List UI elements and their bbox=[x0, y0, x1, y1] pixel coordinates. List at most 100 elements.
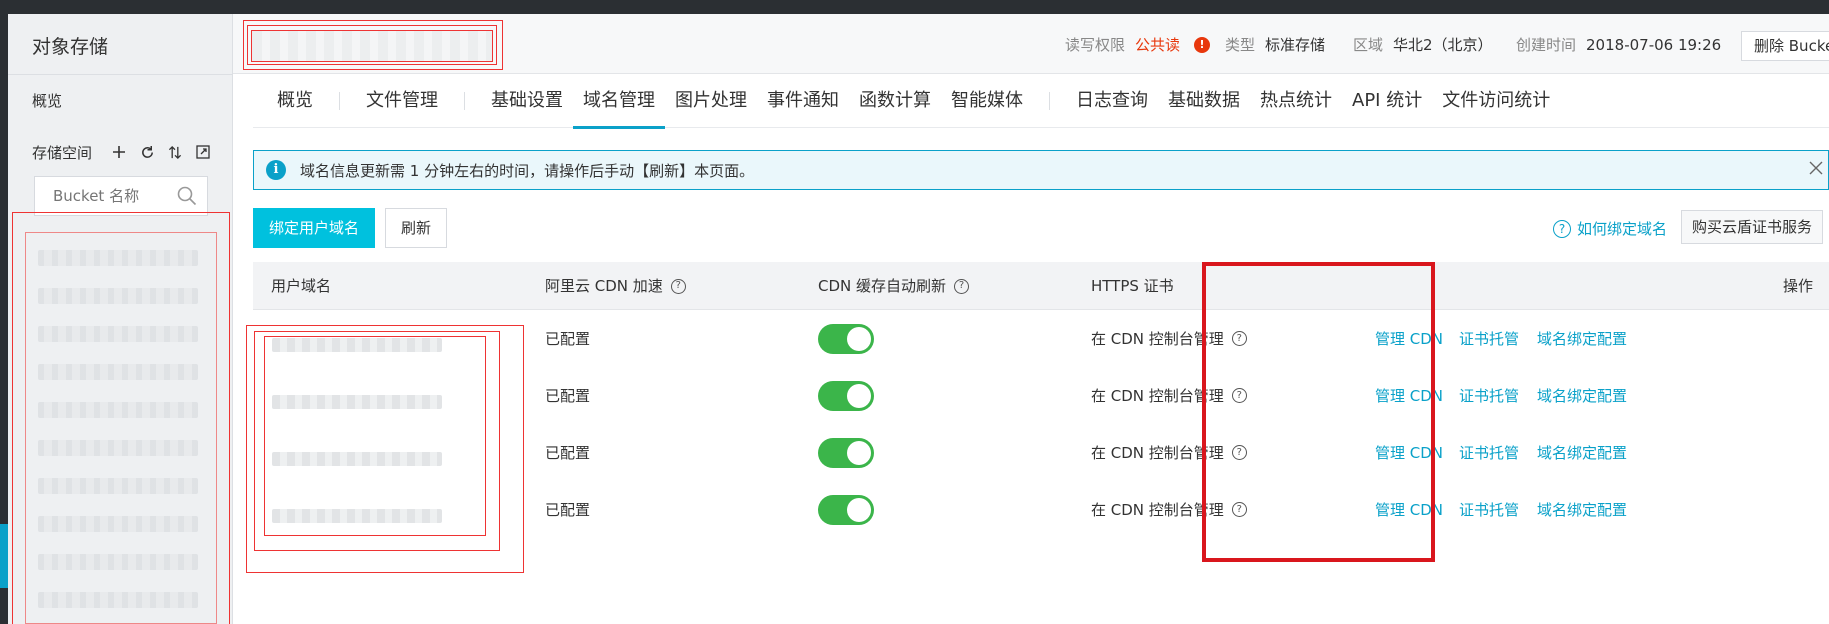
bucket-list-item[interactable] bbox=[38, 402, 198, 418]
bucket-list-item[interactable] bbox=[38, 326, 198, 342]
bucket-list-item[interactable] bbox=[38, 364, 198, 380]
tab-hotspot-stats[interactable]: 热点统计 bbox=[1250, 74, 1342, 128]
read-permission-value: 公共读 bbox=[1135, 36, 1181, 54]
col-domain: 用户域名 bbox=[271, 262, 331, 310]
bucket-list-item[interactable] bbox=[38, 554, 198, 570]
op-cert-hosting: 证书托管 bbox=[1459, 481, 1519, 538]
cdn-refresh-cell bbox=[818, 424, 874, 481]
col-actions-label: 操作 bbox=[1783, 277, 1814, 295]
redacted-bucket-name bbox=[251, 30, 493, 62]
read-permission-key: 读写权限 bbox=[1065, 36, 1126, 54]
bucket-search-input[interactable] bbox=[53, 187, 173, 205]
bucket-header: 读写权限 公共读 ! 类型 标准存储 区域 华北2（北京） 创建时间 2018-… bbox=[233, 14, 1829, 74]
cdn-refresh-cell bbox=[818, 367, 874, 424]
domain-binding-link[interactable]: 域名绑定配置 bbox=[1537, 442, 1627, 463]
plus-icon[interactable] bbox=[110, 143, 128, 161]
bind-domain-button[interactable]: 绑定用户域名 bbox=[253, 208, 375, 248]
col-domain-label: 用户域名 bbox=[271, 277, 332, 295]
help-icon[interactable]: ? bbox=[670, 278, 686, 294]
storage-space-header: 存储空间 bbox=[32, 140, 222, 164]
cert-hosting-link[interactable]: 证书托管 bbox=[1459, 442, 1519, 463]
tab-domain-management[interactable]: 域名管理 bbox=[573, 74, 665, 129]
notice-text: 域名信息更新需 1 分钟左右的时间，请操作后手动【刷新】本页面。 bbox=[300, 161, 755, 180]
col-cdn-label: 阿里云 CDN 加速 bbox=[545, 277, 663, 295]
tab-event-notification[interactable]: 事件通知 bbox=[757, 74, 849, 128]
expand-icon[interactable] bbox=[194, 143, 212, 161]
bucket-list-item[interactable] bbox=[38, 592, 198, 608]
region-value: 华北2（北京） bbox=[1393, 36, 1493, 54]
sidebar-divider bbox=[8, 74, 233, 75]
sidebar-title: 对象存储 bbox=[32, 36, 109, 58]
tab-api-stats[interactable]: API 统计 bbox=[1342, 74, 1432, 128]
col-https: HTTPS 证书 bbox=[1091, 262, 1174, 310]
bucket-list-item[interactable] bbox=[38, 516, 198, 532]
tab-image-processing[interactable]: 图片处理 bbox=[665, 74, 757, 128]
tab-basic-data[interactable]: 基础数据 bbox=[1158, 74, 1250, 128]
bucket-list-item[interactable] bbox=[38, 288, 198, 304]
redacted-domain bbox=[272, 338, 442, 352]
region-key: 区域 bbox=[1353, 36, 1384, 54]
window-top-strip bbox=[0, 0, 1829, 14]
domain-binding-link[interactable]: 域名绑定配置 bbox=[1537, 328, 1627, 349]
tab-file-access-stats[interactable]: 文件访问统计 bbox=[1432, 74, 1560, 128]
cert-hosting-link[interactable]: 证书托管 bbox=[1459, 499, 1519, 520]
op-domain-binding: 域名绑定配置 bbox=[1537, 310, 1627, 367]
cert-hosting-link[interactable]: 证书托管 bbox=[1459, 385, 1519, 406]
cert-hosting-link[interactable]: 证书托管 bbox=[1459, 328, 1519, 349]
how-to-bind-link[interactable]: ? 如何绑定域名 bbox=[1553, 218, 1667, 239]
tab-log-query[interactable]: 日志查询 bbox=[1066, 74, 1158, 128]
cdn-refresh-cell bbox=[818, 310, 874, 367]
op-domain-binding: 域名绑定配置 bbox=[1537, 424, 1627, 481]
created-time-value: 2018-07-06 19:26 bbox=[1586, 35, 1722, 54]
tab-basic-settings[interactable]: 基础设置 bbox=[481, 74, 573, 128]
cdn-status: 已配置 bbox=[545, 387, 591, 405]
sidebar-item-overview[interactable]: 概览 bbox=[32, 90, 62, 111]
redacted-domain bbox=[272, 452, 442, 466]
tab-overview[interactable]: 概览 bbox=[267, 74, 323, 128]
op-cert-hosting: 证书托管 bbox=[1459, 367, 1519, 424]
redacted-domain bbox=[272, 395, 442, 409]
table-header: 用户域名 阿里云 CDN 加速? CDN 缓存自动刷新? HTTPS 证书 操作 bbox=[253, 262, 1829, 310]
cdn-refresh-toggle[interactable] bbox=[818, 323, 874, 354]
cdn-refresh-toggle[interactable] bbox=[818, 437, 874, 468]
storage-type-key: 类型 bbox=[1225, 36, 1256, 54]
storage-type-value: 标准存储 bbox=[1265, 36, 1326, 54]
warning-icon[interactable]: ! bbox=[1194, 36, 1211, 53]
refresh-icon[interactable] bbox=[138, 143, 156, 161]
tab-divider bbox=[464, 91, 465, 110]
col-cdn: 阿里云 CDN 加速? bbox=[545, 262, 686, 310]
domain-binding-link[interactable]: 域名绑定配置 bbox=[1537, 385, 1627, 406]
sidebar-edge-accent bbox=[0, 524, 8, 588]
tab-bar: 概览 文件管理 基础设置 域名管理 图片处理 事件通知 函数计算 智能媒体 日志… bbox=[253, 74, 1829, 129]
info-icon: i bbox=[266, 160, 286, 180]
cdn-refresh-cell bbox=[818, 481, 874, 538]
cdn-refresh-toggle[interactable] bbox=[818, 494, 874, 525]
op-domain-binding: 域名绑定配置 bbox=[1537, 481, 1627, 538]
tab-divider bbox=[339, 91, 340, 110]
buy-certificate-button[interactable]: 购买云盾证书服务 bbox=[1681, 210, 1824, 244]
tab-function-compute[interactable]: 函数计算 bbox=[849, 74, 941, 128]
cdn-status: 已配置 bbox=[545, 501, 591, 519]
bucket-list-item[interactable] bbox=[38, 250, 198, 266]
info-notice: i 域名信息更新需 1 分钟左右的时间，请操作后手动【刷新】本页面。 bbox=[253, 150, 1829, 190]
col-cdn-refresh-label: CDN 缓存自动刷新 bbox=[818, 277, 947, 295]
delete-bucket-button[interactable]: 删除 Bucket bbox=[1741, 31, 1829, 61]
col-actions: 操作 bbox=[1783, 262, 1813, 310]
storage-type: 类型 标准存储 bbox=[1225, 34, 1325, 55]
sort-icon[interactable] bbox=[166, 143, 184, 161]
op-domain-binding: 域名绑定配置 bbox=[1537, 367, 1627, 424]
help-icon[interactable]: ? bbox=[954, 278, 970, 294]
created-time: 创建时间 2018-07-06 19:26 bbox=[1516, 34, 1721, 55]
bucket-list-item[interactable] bbox=[38, 478, 198, 494]
close-icon[interactable] bbox=[1808, 160, 1828, 180]
op-cert-hosting: 证书托管 bbox=[1459, 424, 1519, 481]
bucket-list-item[interactable] bbox=[38, 440, 198, 456]
domain-binding-link[interactable]: 域名绑定配置 bbox=[1537, 499, 1627, 520]
tab-intelligent-media[interactable]: 智能媒体 bbox=[941, 74, 1033, 128]
search-icon[interactable] bbox=[177, 186, 197, 210]
cdn-refresh-toggle[interactable] bbox=[818, 380, 874, 411]
refresh-button[interactable]: 刷新 bbox=[385, 208, 447, 248]
cdn-status: 已配置 bbox=[545, 444, 591, 462]
tab-file-management[interactable]: 文件管理 bbox=[356, 74, 448, 128]
op-cert-hosting: 证书托管 bbox=[1459, 310, 1519, 367]
